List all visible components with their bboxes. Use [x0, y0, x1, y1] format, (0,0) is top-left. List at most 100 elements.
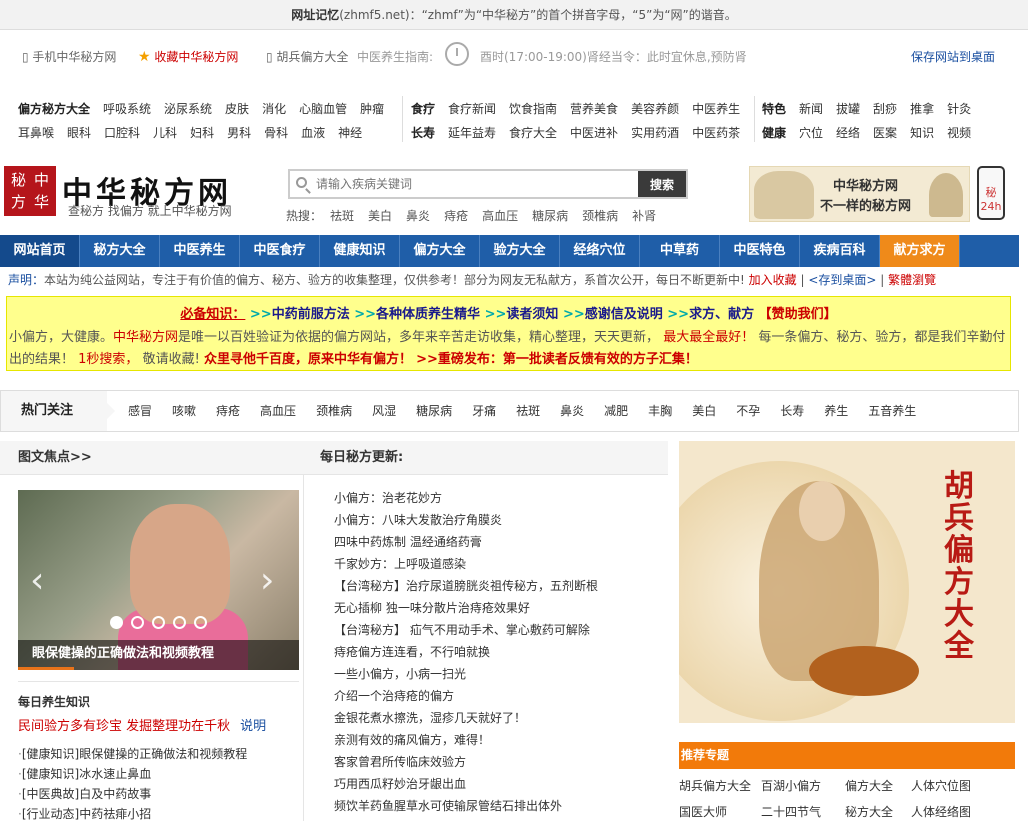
link[interactable]: 偏方秘方大全: [18, 100, 90, 117]
tag-link[interactable]: 不孕: [736, 404, 760, 418]
list-item[interactable]: 亲测有效的痛风偏方，难得！: [334, 729, 598, 751]
nav-item[interactable]: 秘方大全: [80, 235, 160, 267]
topic-link[interactable]: 人体穴位图: [911, 773, 1001, 799]
notice-link[interactable]: 中药前服方法: [272, 307, 350, 322]
list-item[interactable]: 金银花煮水擦洗，湿疹几天就好了！: [334, 707, 598, 729]
tag-link[interactable]: 美白: [692, 404, 716, 418]
mobile-link[interactable]: ▯ 手机中华秘方网: [22, 48, 116, 65]
list-item[interactable]: 小偏方：八味大发散治疗角膜炎: [334, 509, 598, 531]
tag-link[interactable]: 高血压: [260, 404, 296, 418]
link[interactable]: 穴位: [799, 124, 823, 141]
list-item[interactable]: 巧用西瓜籽妙治牙龈出血: [334, 773, 598, 795]
explain-link[interactable]: 说明: [240, 719, 266, 734]
list-item[interactable]: ·[行业动态]中药祛痱小招: [18, 804, 247, 824]
add-favorite-link[interactable]: 加入收藏: [749, 273, 797, 287]
link[interactable]: 经络: [836, 124, 860, 141]
hot-search-link[interactable]: 颈椎病: [582, 209, 618, 223]
link[interactable]: 骨科: [264, 124, 288, 141]
feedback-link[interactable]: >>重磅发布：第一批读者反馈有效的方子汇集！: [416, 352, 698, 367]
link[interactable]: 眼科: [67, 124, 91, 141]
image-carousel[interactable]: ‹ › 眼保健操的正确做法和视频教程: [18, 490, 299, 670]
link[interactable]: 口腔科: [104, 124, 140, 141]
favorite-link[interactable]: ★ 收藏中华秘方网: [138, 48, 238, 65]
link[interactable]: 消化: [262, 100, 286, 117]
hot-search-link[interactable]: 鼻炎: [406, 209, 430, 223]
link[interactable]: 医案: [873, 124, 897, 141]
hot-search-link[interactable]: 美白: [368, 209, 392, 223]
list-item[interactable]: 痔疮偏方连连看，不行咱就换: [334, 641, 598, 663]
link[interactable]: 长寿: [411, 124, 435, 141]
list-item[interactable]: 【台湾秘方】 疝气不用动手术、掌心敷药可解除: [334, 619, 598, 641]
list-item[interactable]: 无心插柳 独一味分散片治痔疮效果好: [334, 597, 598, 619]
link[interactable]: 中医进补: [570, 124, 618, 141]
hot-search-link[interactable]: 痔疮: [444, 209, 468, 223]
hubing-poster[interactable]: 胡兵偏方大全: [679, 441, 1015, 723]
tag-link[interactable]: 糖尿病: [416, 404, 452, 418]
list-item[interactable]: 四味中药炼制 温经通络药膏: [334, 531, 598, 553]
list-item[interactable]: ·[中医典故]白及中药故事: [18, 784, 247, 804]
search-input[interactable]: [290, 171, 640, 197]
link[interactable]: 营养美食: [570, 100, 618, 117]
link[interactable]: 实用药酒: [631, 124, 679, 141]
link[interactable]: 新闻: [799, 100, 823, 117]
search-button[interactable]: 搜索: [638, 171, 686, 197]
notice-link[interactable]: 读者须知: [506, 307, 558, 322]
carousel-caption[interactable]: 眼保健操的正确做法和视频教程: [18, 640, 299, 670]
mobile-phone-icon[interactable]: 秘 24h: [977, 166, 1005, 220]
topic-link[interactable]: 二十四节气: [761, 799, 845, 825]
list-item[interactable]: 一些小偏方，小病一扫光: [334, 663, 598, 685]
link[interactable]: 中医养生: [692, 100, 740, 117]
list-item[interactable]: 频饮羊药鱼腥草水可使输尿管结石排出体外: [334, 795, 598, 817]
topic-link[interactable]: 秘方大全: [845, 799, 911, 825]
link[interactable]: 延年益寿: [448, 124, 496, 141]
site-logo[interactable]: 秘中方华 中华秘方网 查秘方 找偏方 就上中华秘方网: [4, 166, 254, 220]
nav-item[interactable]: 中医养生: [160, 235, 240, 267]
tag-link[interactable]: 鼻炎: [560, 404, 584, 418]
save-desktop-link[interactable]: 保存网站到桌面: [911, 48, 995, 65]
link[interactable]: 神经: [338, 124, 362, 141]
traditional-chinese-link[interactable]: 繁體瀏覽: [888, 273, 936, 287]
link[interactable]: 心脑血管: [299, 100, 347, 117]
link[interactable]: 血液: [301, 124, 325, 141]
tag-link[interactable]: 痔疮: [216, 404, 240, 418]
link[interactable]: 针灸: [947, 100, 971, 117]
tag-link[interactable]: 咳嗽: [172, 404, 196, 418]
list-item[interactable]: 小偏方：治老花妙方: [334, 487, 598, 509]
tag-link[interactable]: 丰胸: [648, 404, 672, 418]
nav-item[interactable]: 中医食疗: [240, 235, 320, 267]
link[interactable]: 推拿: [910, 100, 934, 117]
link[interactable]: 耳鼻喉: [18, 124, 54, 141]
hot-search-link[interactable]: 祛斑: [330, 209, 354, 223]
carousel-dot[interactable]: [131, 616, 144, 629]
link[interactable]: 肿瘤: [360, 100, 384, 117]
link[interactable]: 刮痧: [873, 100, 897, 117]
list-item[interactable]: 【台湾秘方】治疗尿道膀胱炎祖传秘方，五剂断根: [334, 575, 598, 597]
save-desktop-link[interactable]: <存到桌面>: [808, 273, 876, 287]
header-ad-banner[interactable]: 中华秘方网 不一样的秘方网: [749, 166, 970, 222]
list-item[interactable]: ·[健康知识]冰水速止鼻血: [18, 764, 247, 784]
link[interactable]: 饮食指南: [509, 100, 557, 117]
hot-search-link[interactable]: 补肾: [632, 209, 656, 223]
link[interactable]: 特色: [762, 100, 786, 117]
link[interactable]: 妇科: [190, 124, 214, 141]
notice-link[interactable]: 各种体质养生精华: [376, 307, 480, 322]
hot-search-link[interactable]: 高血压: [482, 209, 518, 223]
link[interactable]: 泌尿系统: [164, 100, 212, 117]
tag-link[interactable]: 颈椎病: [316, 404, 352, 418]
list-item[interactable]: ·[健康知识]眼保健操的正确做法和视频教程: [18, 744, 247, 764]
carousel-dot[interactable]: [110, 616, 123, 629]
nav-item[interactable]: 经络穴位: [560, 235, 640, 267]
list-item[interactable]: 客家曾君所传临床效验方: [334, 751, 598, 773]
notice-link[interactable]: 感谢信及说明: [585, 307, 663, 322]
link[interactable]: 美容养颜: [631, 100, 679, 117]
nav-home[interactable]: 网站首页: [0, 235, 80, 267]
nav-item[interactable]: 中医特色: [720, 235, 800, 267]
carousel-dot[interactable]: [173, 616, 186, 629]
topic-link[interactable]: 国医大师: [679, 799, 761, 825]
tag-link[interactable]: 五音养生: [868, 404, 916, 418]
link[interactable]: 男科: [227, 124, 251, 141]
link[interactable]: 中医药茶: [692, 124, 740, 141]
tag-link[interactable]: 风湿: [372, 404, 396, 418]
chevron-left-icon[interactable]: ‹: [30, 560, 44, 601]
topic-link[interactable]: 人体经络图: [911, 799, 1001, 825]
